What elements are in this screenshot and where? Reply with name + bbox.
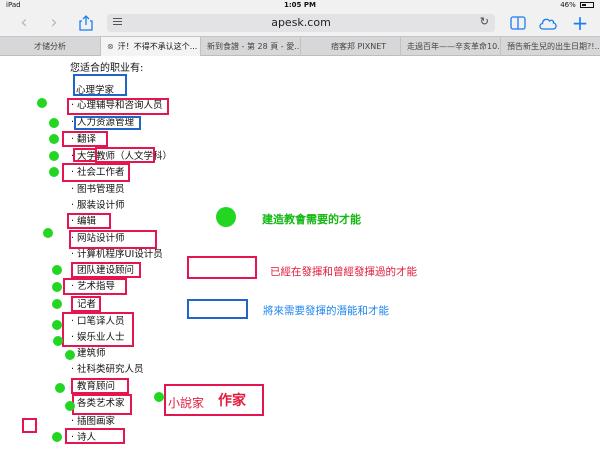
job-item: · 图书管理员 — [71, 184, 125, 195]
tab-4[interactable]: 痞客邦 PIXNET — [300, 37, 400, 56]
clock: 1:05 PM — [284, 1, 316, 9]
job-item: · 计算机程序UI设计员 — [71, 249, 163, 260]
talent-highlight-box — [62, 131, 108, 147]
tab-bar: 才储分析 ⊗ 汗！不得不承认这个... 新到食譜 - 第 28 頁 - 愛... … — [0, 36, 600, 56]
church-talent-dot — [52, 299, 62, 309]
church-talent-dot — [52, 282, 62, 292]
page-heading: 您适合的职业有: — [70, 63, 144, 74]
church-talent-dot — [49, 151, 59, 161]
church-talent-dot — [49, 118, 59, 128]
talent-highlight-box — [63, 278, 127, 295]
legend-red-box — [187, 256, 257, 279]
battery-status: 46% — [560, 1, 594, 9]
note-writer: 作家 — [218, 393, 246, 409]
address-bar[interactable]: apesk.com ↻ — [107, 14, 495, 32]
church-talent-dot — [55, 383, 65, 393]
legend-green-dot — [216, 207, 236, 227]
church-talent-dot — [52, 265, 62, 275]
tab-close-icon[interactable]: ⊗ — [107, 37, 114, 56]
talent-highlight-box — [71, 296, 101, 312]
tab-5[interactable]: 走過百年——辛亥革命10... — [400, 37, 500, 56]
battery-icon — [580, 2, 594, 8]
talent-highlight-box — [67, 213, 111, 229]
battery-percent: 46% — [560, 1, 576, 9]
talent-highlight-box — [73, 148, 97, 162]
cloud-tabs-icon[interactable] — [538, 13, 558, 33]
new-tab-plus-icon[interactable]: + — [570, 13, 590, 33]
note-novelist: 小說家 — [168, 396, 205, 410]
share-icon[interactable] — [76, 13, 96, 33]
tab-6[interactable]: 預告新生兒的出生日期?!... — [500, 37, 600, 56]
page-content: 您适合的职业有: 心理学家 · 心理辅导和咨询人员 · 人力资源管理 · 翻译 … — [0, 56, 600, 450]
church-talent-dot — [43, 228, 53, 238]
legend-blue-box — [187, 299, 248, 319]
church-talent-dot — [52, 432, 62, 442]
talent-highlight-box — [71, 378, 129, 394]
job-item: · 插图画家 — [71, 416, 116, 427]
legend-blue-label: 將來需要發揮的潛能和才能 — [263, 305, 389, 317]
job-item: · 服装设计师 — [71, 200, 125, 211]
church-talent-dot — [52, 320, 62, 330]
forward-chevron-icon[interactable]: › — [44, 13, 64, 33]
tab-2[interactable]: ⊗ 汗！不得不承认这个... — [100, 37, 200, 56]
talent-highlight-box — [67, 98, 169, 115]
back-chevron-icon[interactable]: ‹ — [14, 13, 34, 33]
talent-highlight-box — [65, 428, 125, 444]
legend-red-label: 已經在發揮和曾經發揮過的才能 — [270, 266, 417, 278]
reload-icon[interactable]: ↻ — [480, 15, 489, 28]
job-item: · 建筑师 — [71, 348, 106, 359]
legend-green-label: 建造教會需要的才能 — [262, 213, 361, 226]
potential-highlight-box — [74, 116, 141, 130]
talent-highlight-box — [95, 147, 155, 163]
talent-highlight-box — [72, 394, 132, 415]
church-talent-dot — [53, 336, 63, 346]
talent-highlight-box — [62, 163, 130, 182]
job-item: · 社科类研究人员 — [71, 364, 144, 375]
talent-highlight-box — [69, 230, 157, 249]
church-talent-dot — [37, 98, 47, 108]
church-talent-dot — [154, 392, 164, 402]
church-talent-dot — [49, 134, 59, 144]
talent-highlight-box — [22, 418, 37, 433]
talent-highlight-box — [62, 312, 134, 347]
tab-3[interactable]: 新到食譜 - 第 28 頁 - 愛... — [200, 37, 300, 56]
tabs-overview-icon[interactable] — [508, 13, 528, 33]
tab-1[interactable]: 才储分析 — [0, 37, 100, 56]
browser-toolbar: ‹ › apesk.com ↻ + — [0, 10, 600, 36]
talent-highlight-box — [71, 262, 141, 278]
url-text: apesk.com — [271, 16, 331, 29]
church-talent-dot — [49, 167, 59, 177]
church-talent-dot — [65, 401, 75, 411]
church-talent-dot — [65, 350, 75, 360]
status-bar: iPad 1:05 PM 46% — [0, 0, 600, 10]
potential-highlight-box — [73, 74, 127, 96]
